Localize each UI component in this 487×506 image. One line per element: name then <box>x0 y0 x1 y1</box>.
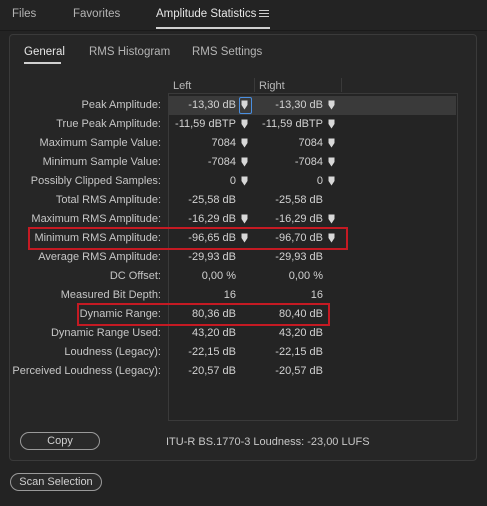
stat-value-left: -25,58 dB <box>188 194 236 206</box>
active-tab-indicator <box>156 27 270 29</box>
stat-value-right: -20,57 dB <box>275 365 323 377</box>
stat-row[interactable]: Minimum Sample Value: -7084 -7084 <box>0 153 487 172</box>
stat-label: Maximum Sample Value: <box>39 137 161 149</box>
stat-row[interactable]: Possibly Clipped Samples: 0 0 <box>0 172 487 191</box>
stat-value-left: -22,15 dB <box>188 346 236 358</box>
stat-label: Dynamic Range Used: <box>50 327 161 339</box>
stat-value-right: 0,00 % <box>288 270 323 282</box>
go-to-marker-icon[interactable] <box>328 100 335 110</box>
stat-value-right: -11,59 dBTP <box>262 118 323 130</box>
column-separator <box>254 78 255 92</box>
stat-row[interactable]: Loudness (Legacy): -22,15 dB -22,15 dB <box>0 343 487 362</box>
tab-rms-settings[interactable]: RMS Settings <box>192 46 262 58</box>
stat-label: True Peak Amplitude: <box>56 118 161 130</box>
column-header-right: Right <box>259 80 285 92</box>
stat-value-right: -29,93 dB <box>275 251 323 263</box>
tab-amplitude-statistics[interactable]: Amplitude Statistics <box>156 8 256 20</box>
column-separator <box>341 78 342 92</box>
stat-label: Peak Amplitude: <box>81 99 162 111</box>
stat-row[interactable]: Peak Amplitude: -13,30 dB -13,30 dB <box>0 96 487 115</box>
stat-value-left: 0,00 % <box>201 270 236 282</box>
stat-value-right: 7084 <box>298 137 323 149</box>
stat-value-left: -16,29 dB <box>188 213 236 225</box>
highlight-annotation <box>28 227 348 250</box>
stat-value-left: -20,57 dB <box>188 365 236 377</box>
go-to-marker-icon[interactable] <box>328 138 335 148</box>
tab-favorites[interactable]: Favorites <box>73 8 120 20</box>
focus-ring <box>239 97 252 114</box>
stat-label: Maximum RMS Amplitude: <box>31 213 161 225</box>
stat-row[interactable]: Maximum Sample Value: 7084 7084 <box>0 134 487 153</box>
stat-label: Perceived Loudness (Legacy): <box>12 365 161 377</box>
stat-value-right: -13,30 dB <box>275 99 323 111</box>
stat-value-right: 0 <box>316 175 323 187</box>
stat-row[interactable]: True Peak Amplitude: -11,59 dBTP -11,59 dB… <box>0 115 487 134</box>
go-to-marker-icon[interactable] <box>328 157 335 167</box>
panel-tab-bar: Files Favorites Amplitude Statistics <box>0 0 487 31</box>
go-to-marker-icon[interactable] <box>328 119 335 129</box>
go-to-marker-icon[interactable] <box>241 214 248 224</box>
stat-row[interactable]: Total RMS Amplitude: -25,58 dB -25,58 dB <box>0 191 487 210</box>
stat-value-right: 43,20 dB <box>278 327 323 339</box>
stat-label: Total RMS Amplitude: <box>55 194 161 206</box>
stat-row[interactable]: DC Offset: 0,00 % 0,00 % <box>0 267 487 286</box>
go-to-marker-icon[interactable] <box>241 157 248 167</box>
stat-value-left: 7084 <box>211 137 236 149</box>
stat-value-left: 16 <box>223 289 236 301</box>
go-to-marker-icon[interactable] <box>241 176 248 186</box>
stat-label: Average RMS Amplitude: <box>38 251 161 263</box>
tab-general[interactable]: General <box>24 46 65 58</box>
tab-rms-histogram[interactable]: RMS Histogram <box>89 46 170 58</box>
stat-label: Loudness (Legacy): <box>64 346 161 358</box>
stat-row[interactable]: Perceived Loudness (Legacy): -20,57 dB -20… <box>0 362 487 381</box>
go-to-marker-icon[interactable] <box>328 214 335 224</box>
loudness-readout: ITU-R BS.1770-3 Loudness: -23,00 LUFS <box>166 436 370 448</box>
stat-value-right: -7084 <box>294 156 323 168</box>
stat-value-left: -7084 <box>207 156 236 168</box>
stat-value-right: -22,15 dB <box>275 346 323 358</box>
panel-menu-icon[interactable] <box>259 10 269 18</box>
copy-button[interactable]: Copy <box>20 432 100 450</box>
highlight-annotation <box>77 303 330 326</box>
stat-row[interactable]: Dynamic Range Used: 43,20 dB 43,20 dB <box>0 324 487 343</box>
stat-value-left: -13,30 dB <box>188 99 236 111</box>
stat-row[interactable]: Average RMS Amplitude: -29,93 dB -29,93 dB <box>0 248 487 267</box>
stat-value-left: 43,20 dB <box>191 327 236 339</box>
go-to-marker-icon[interactable] <box>241 138 248 148</box>
stat-value-left: -11,59 dBTP <box>175 118 236 130</box>
tab-files[interactable]: Files <box>12 8 36 20</box>
stat-label: Measured Bit Depth: <box>60 289 161 301</box>
stat-label: Minimum Sample Value: <box>42 156 161 168</box>
stat-value-right: -25,58 dB <box>275 194 323 206</box>
stat-value-left: 0 <box>229 175 236 187</box>
go-to-marker-icon[interactable] <box>328 176 335 186</box>
stat-value-right: -16,29 dB <box>275 213 323 225</box>
scan-selection-button[interactable]: Scan Selection <box>10 473 102 491</box>
stat-label: Possibly Clipped Samples: <box>30 175 161 187</box>
active-subtab-indicator <box>24 62 61 64</box>
column-header-left: Left <box>173 80 192 92</box>
stat-value-right: 16 <box>310 289 323 301</box>
go-to-marker-icon[interactable] <box>241 119 248 129</box>
stat-value-left: -29,93 dB <box>188 251 236 263</box>
stat-label: DC Offset: <box>109 270 161 282</box>
